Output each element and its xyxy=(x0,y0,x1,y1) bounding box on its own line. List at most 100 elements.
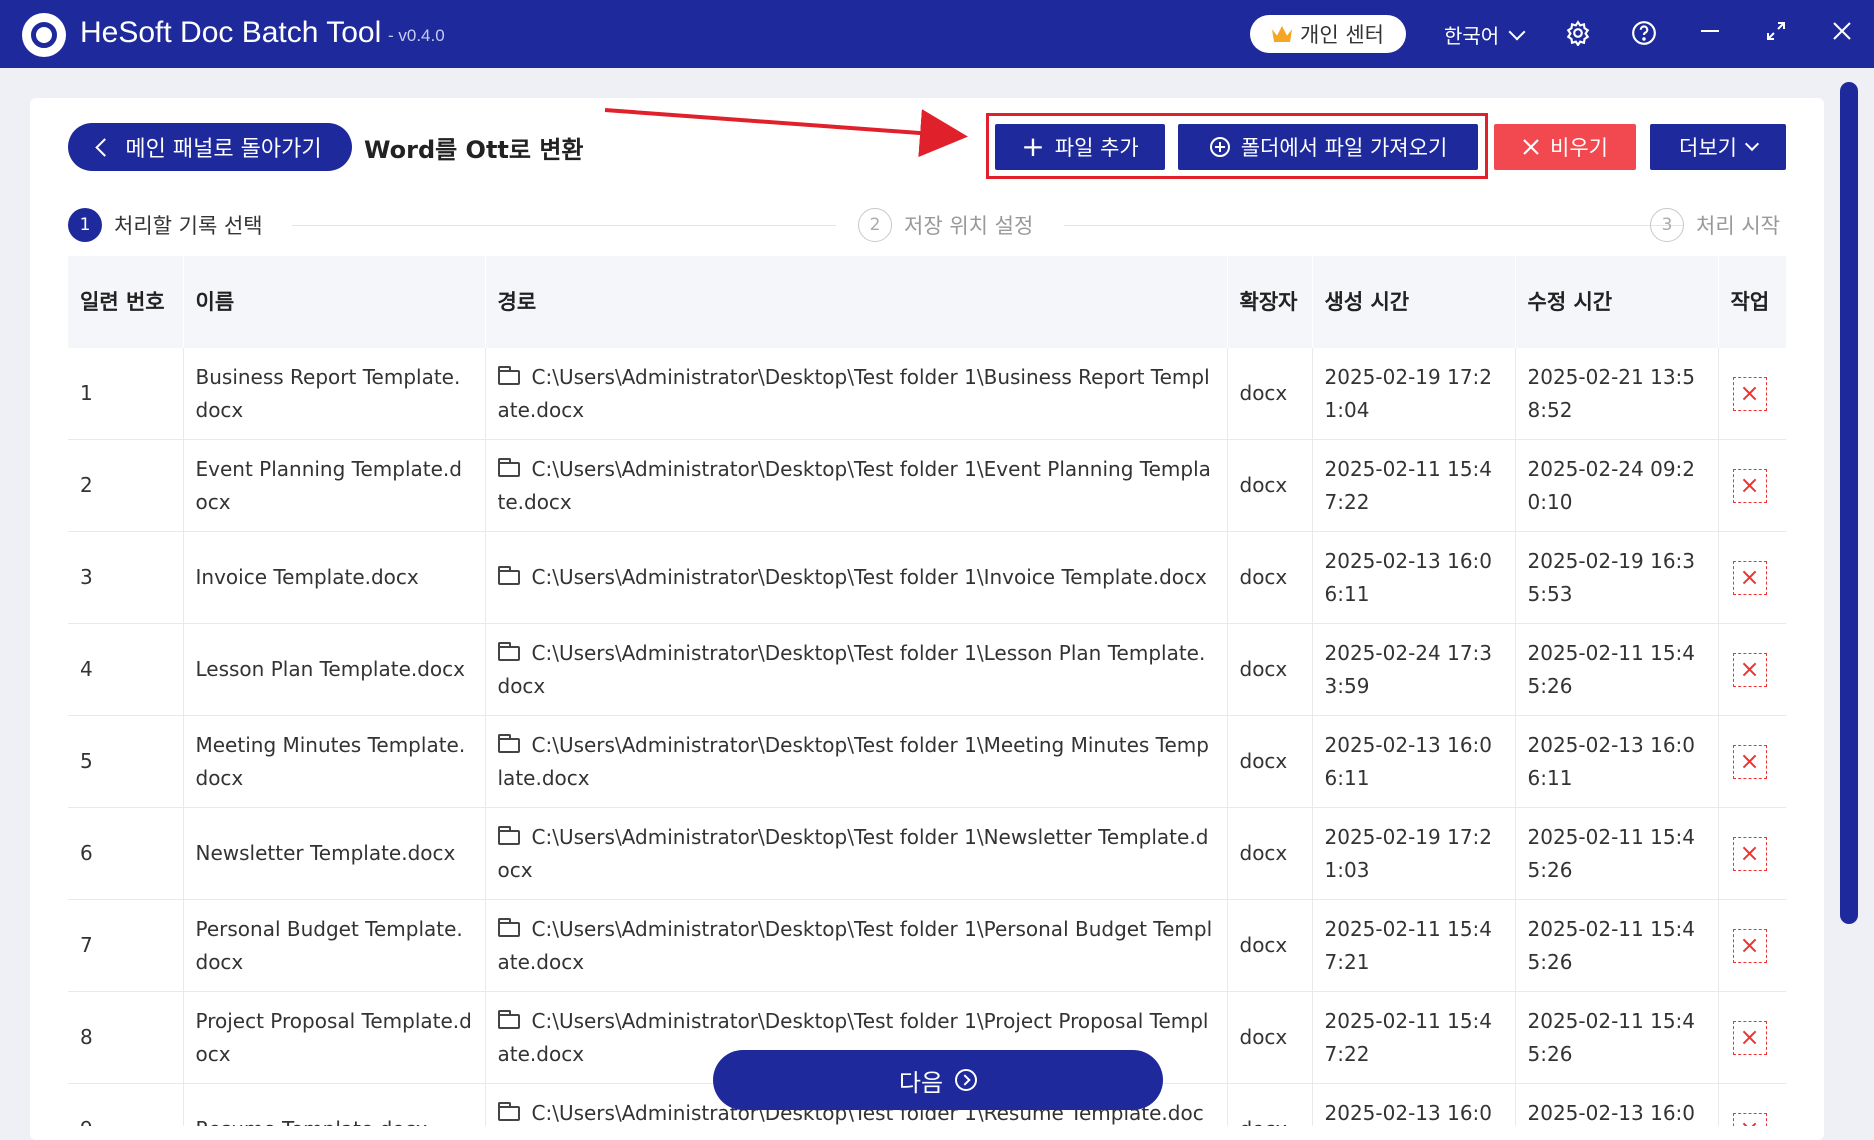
cell-ext: docx xyxy=(1227,348,1313,440)
file-table: 일련 번호 이름 경로 확장자 생성 시간 수정 시간 작업 1 Busines… xyxy=(68,256,1786,1126)
cell-no: 9 xyxy=(68,1083,184,1126)
cell-path-text: C:\Users\Administrator\Desktop\Test fold… xyxy=(497,732,1209,790)
cell-no: 3 xyxy=(68,531,184,624)
folder-icon[interactable] xyxy=(497,1101,520,1121)
delete-row-button[interactable]: × xyxy=(1732,928,1767,963)
cell-ext: docx xyxy=(1227,899,1313,992)
cell-path-text: C:\Users\Administrator\Desktop\Test fold… xyxy=(497,640,1206,698)
more-button[interactable]: 더보기 xyxy=(1650,124,1786,170)
step-2: 2 저장 위치 설정 xyxy=(858,208,1033,242)
plus-icon: + xyxy=(1021,130,1045,163)
more-label: 더보기 xyxy=(1679,136,1737,160)
cell-action: × xyxy=(1718,1083,1786,1126)
scrollbar-thumb[interactable] xyxy=(1840,82,1858,924)
folder-icon[interactable] xyxy=(497,733,520,753)
cell-created: 2025-02-11 15:47:22 xyxy=(1312,991,1516,1084)
cell-no: 8 xyxy=(68,991,184,1084)
folder-icon[interactable] xyxy=(497,1009,520,1029)
table-row[interactable]: 4 Lesson Plan Template.docx C:\Users\Adm… xyxy=(68,623,1786,716)
cell-ext: docx xyxy=(1227,715,1313,808)
header-ext[interactable]: 확장자 xyxy=(1227,256,1313,348)
cell-action: × xyxy=(1718,623,1786,716)
header-no[interactable]: 일련 번호 xyxy=(68,256,184,348)
delete-row-button[interactable]: × xyxy=(1732,376,1767,411)
cell-modified: 2025-02-21 13:58:52 xyxy=(1515,348,1719,440)
cell-created: 2025-02-11 15:47:21 xyxy=(1312,899,1516,992)
table-row[interactable]: 3 Invoice Template.docx C:\Users\Adminis… xyxy=(68,531,1786,624)
cell-ext: docx xyxy=(1227,1083,1313,1126)
clear-button[interactable]: 비우기 xyxy=(1494,124,1636,170)
cell-name: Business Report Template.docx xyxy=(183,348,486,440)
cell-path-text: C:\Users\Administrator\Desktop\Test fold… xyxy=(497,364,1210,422)
cell-path[interactable]: C:\Users\Administrator\Desktop\Test fold… xyxy=(485,715,1228,808)
folder-icon[interactable] xyxy=(497,825,520,845)
cell-created: 2025-02-13 16:06:11 xyxy=(1312,531,1516,624)
cell-path-text: C:\Users\Administrator\Desktop\Test fold… xyxy=(497,824,1209,882)
cell-modified: 2025-02-13 16:06:11 xyxy=(1515,715,1719,808)
step-label: 처리할 기록 선택 xyxy=(114,214,263,238)
cell-action: × xyxy=(1718,348,1786,440)
cell-name: Invoice Template.docx xyxy=(183,531,486,624)
add-file-button[interactable]: + 파일 추가 xyxy=(995,124,1165,170)
folder-icon[interactable] xyxy=(497,566,520,585)
cell-name: Resume Template.docx xyxy=(183,1083,486,1126)
delete-row-button[interactable]: × xyxy=(1732,652,1767,687)
cell-created: 2025-02-24 17:33:59 xyxy=(1312,623,1516,716)
cell-ext: docx xyxy=(1227,807,1313,900)
cell-path[interactable]: C:\Users\Administrator\Desktop\Test fold… xyxy=(485,348,1228,440)
delete-row-button[interactable]: × xyxy=(1732,560,1767,595)
folder-icon[interactable] xyxy=(497,641,520,661)
step-number: 2 xyxy=(858,208,892,242)
table-row[interactable]: 7 Personal Budget Template.docx C:\Users… xyxy=(68,899,1786,992)
cell-action: × xyxy=(1718,531,1786,624)
add-file-label: 파일 추가 xyxy=(1054,136,1139,160)
folder-icon[interactable] xyxy=(497,917,520,937)
cell-name: Personal Budget Template.docx xyxy=(183,899,486,992)
header-name[interactable]: 이름 xyxy=(183,256,486,348)
delete-row-button[interactable]: × xyxy=(1732,836,1767,871)
step-label: 저장 위치 설정 xyxy=(904,214,1034,238)
cell-created: 2025-02-13 16:06: xyxy=(1312,1083,1516,1126)
header-path[interactable]: 경로 xyxy=(485,256,1228,348)
folder-icon[interactable] xyxy=(497,365,520,385)
table-row[interactable]: 6 Newsletter Template.docx C:\Users\Admi… xyxy=(68,807,1786,900)
next-button[interactable]: 다음 xyxy=(713,1050,1163,1110)
cell-path[interactable]: C:\Users\Administrator\Desktop\Test fold… xyxy=(485,531,1228,624)
folder-icon[interactable] xyxy=(497,457,520,477)
delete-row-button[interactable]: × xyxy=(1732,468,1767,503)
delete-row-button[interactable]: × xyxy=(1732,1020,1767,1055)
header-action: 작업 xyxy=(1718,256,1786,348)
cell-path[interactable]: C:\Users\Administrator\Desktop\Test fold… xyxy=(485,439,1228,532)
import-folder-button[interactable]: 폴더에서 파일 가져오기 xyxy=(1178,124,1478,170)
cell-name: Project Proposal Template.docx xyxy=(183,991,486,1084)
table-row[interactable]: 1 Business Report Template.docx C:\Users… xyxy=(68,348,1786,440)
cell-created: 2025-02-11 15:47:22 xyxy=(1312,439,1516,532)
delete-row-button[interactable]: × xyxy=(1732,744,1767,779)
cell-action: × xyxy=(1718,991,1786,1084)
header-created[interactable]: 생성 시간 xyxy=(1312,256,1516,348)
cell-no: 2 xyxy=(68,439,184,532)
cell-path[interactable]: C:\Users\Administrator\Desktop\Test fold… xyxy=(485,623,1228,716)
cell-created: 2025-02-13 16:06:11 xyxy=(1312,715,1516,808)
cell-action: × xyxy=(1718,807,1786,900)
cell-modified: 2025-02-11 15:45:26 xyxy=(1515,807,1719,900)
cell-ext: docx xyxy=(1227,531,1313,624)
cell-path[interactable]: C:\Users\Administrator\Desktop\Test fold… xyxy=(485,807,1228,900)
cell-path[interactable]: C:\Users\Administrator\Desktop\Test fold… xyxy=(485,899,1228,992)
cell-path-text: C:\Users\Administrator\Desktop\Test fold… xyxy=(531,565,1207,589)
header-modified[interactable]: 수정 시간 xyxy=(1515,256,1719,348)
cell-path-text: C:\Users\Administrator\Desktop\Test fold… xyxy=(497,916,1213,974)
cell-name: Event Planning Template.docx xyxy=(183,439,486,532)
cell-ext: docx xyxy=(1227,439,1313,532)
cell-modified: 2025-02-11 15:45:26 xyxy=(1515,991,1719,1084)
table-header-row: 일련 번호 이름 경로 확장자 생성 시간 수정 시간 작업 xyxy=(68,256,1786,348)
cell-created: 2025-02-19 17:21:03 xyxy=(1312,807,1516,900)
table-row[interactable]: 5 Meeting Minutes Template.docx C:\Users… xyxy=(68,715,1786,808)
table-row[interactable]: 2 Event Planning Template.docx C:\Users\… xyxy=(68,439,1786,532)
delete-row-button[interactable]: × xyxy=(1732,1112,1767,1126)
cell-action: × xyxy=(1718,899,1786,992)
cell-name: Lesson Plan Template.docx xyxy=(183,623,486,716)
cell-no: 6 xyxy=(68,807,184,900)
cell-created: 2025-02-19 17:21:04 xyxy=(1312,348,1516,440)
cell-modified: 2025-02-13 16:06: xyxy=(1515,1083,1719,1126)
